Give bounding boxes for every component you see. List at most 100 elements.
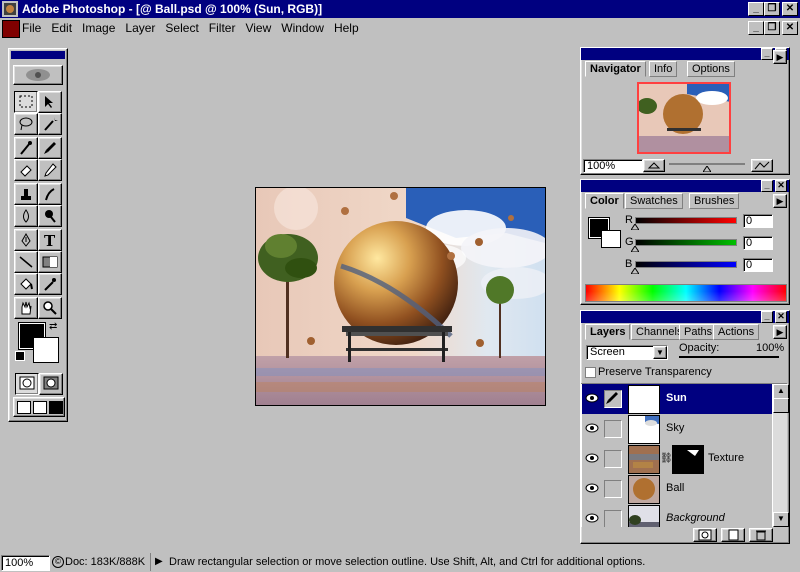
document-canvas[interactable]	[255, 187, 546, 406]
magic-wand-tool[interactable]	[38, 113, 62, 135]
eye-icon[interactable]	[584, 480, 600, 496]
color-minimize-button[interactable]: _	[761, 180, 773, 192]
tab-color[interactable]: Color	[585, 193, 624, 209]
layer-link-box[interactable]	[604, 510, 622, 527]
trash-icon[interactable]	[749, 528, 773, 542]
channel-slider-r[interactable]	[635, 217, 737, 224]
channel-value-g[interactable]: 0	[743, 236, 773, 250]
full-screen-menu-mode-icon[interactable]	[33, 401, 47, 414]
airbrush-tool[interactable]	[14, 137, 38, 159]
eye-icon[interactable]	[584, 390, 600, 406]
zoom-tool[interactable]	[38, 297, 62, 319]
lasso-tool[interactable]	[14, 113, 38, 135]
standard-mode-button[interactable]	[15, 373, 39, 395]
minimize-button[interactable]: _	[748, 2, 764, 16]
pencil-tool[interactable]	[38, 159, 62, 181]
dodge-tool[interactable]	[38, 205, 62, 227]
gradient-tool[interactable]	[38, 251, 62, 273]
scroll-up-icon[interactable]: ▲	[773, 384, 789, 399]
layer-link-box[interactable]	[604, 420, 622, 438]
layers-title-bar[interactable]: _ ✕	[581, 311, 789, 323]
move-tool[interactable]	[38, 91, 62, 113]
layer-row-background[interactable]: Background	[582, 504, 772, 527]
full-screen-mode-icon[interactable]	[49, 401, 63, 414]
channel-slider-thumb[interactable]	[631, 246, 639, 252]
menu-view[interactable]: View	[245, 21, 271, 35]
menu-layer[interactable]: Layer	[125, 21, 155, 35]
tab-info[interactable]: Info	[649, 61, 678, 77]
color-spectrum-bar[interactable]	[585, 284, 787, 302]
paintbrush-tool[interactable]	[38, 137, 62, 159]
zoom-in-icon[interactable]	[751, 159, 773, 172]
close-button[interactable]: ✕	[782, 2, 798, 16]
type-tool[interactable]: T	[38, 229, 62, 251]
opacity-value[interactable]: 100%	[756, 342, 784, 354]
tab-brushes[interactable]: Brushes	[689, 193, 740, 209]
preserve-transparency-checkbox[interactable]	[585, 367, 596, 378]
new-layer-icon[interactable]	[721, 528, 745, 542]
layer-row-sky[interactable]: Sky	[582, 414, 772, 445]
paint-bucket-tool[interactable]	[14, 273, 38, 295]
channel-slider-thumb[interactable]	[631, 268, 639, 274]
navigator-thumbnail[interactable]	[637, 82, 731, 154]
photoshop-app-icon[interactable]	[2, 1, 18, 17]
pen-tool[interactable]	[14, 229, 38, 251]
zoom-slider-thumb[interactable]	[702, 161, 712, 173]
layer-row-ball[interactable]: Ball	[582, 474, 772, 505]
eye-icon[interactable]	[584, 420, 600, 436]
smudge-tool[interactable]	[38, 183, 62, 205]
color-bg-swatch[interactable]	[601, 230, 621, 248]
menu-select[interactable]: Select	[165, 21, 198, 35]
channel-slider-b[interactable]	[635, 261, 737, 268]
layers-close-button[interactable]: ✕	[775, 311, 787, 323]
status-menu-arrow-icon[interactable]: ▶	[155, 556, 163, 567]
navigator-zoom-field[interactable]: 100%	[583, 159, 643, 173]
chevron-down-icon[interactable]: ▼	[653, 346, 667, 359]
scroll-thumb[interactable]	[773, 398, 789, 413]
doc-restore-button[interactable]: ❐	[764, 21, 780, 35]
eyedropper-tool[interactable]	[38, 273, 62, 295]
layers-minimize-button[interactable]: _	[761, 311, 773, 323]
standard-screen-mode-icon[interactable]	[17, 401, 31, 414]
background-color-swatch[interactable]	[33, 337, 59, 363]
channel-slider-thumb[interactable]	[631, 224, 639, 230]
menu-edit[interactable]: Edit	[51, 21, 72, 35]
doc-minimize-button[interactable]: _	[748, 21, 764, 35]
paintbrush-icon[interactable]	[604, 390, 622, 408]
layer-mask-thumbnail[interactable]	[672, 445, 704, 474]
navigator-menu-arrow-icon[interactable]: ▶	[773, 50, 787, 64]
maximize-button[interactable]: ❐	[764, 2, 780, 16]
menu-filter[interactable]: Filter	[209, 21, 236, 35]
navigator-title-bar[interactable]: _ ✕	[581, 48, 789, 60]
status-zoom-field[interactable]: 100%	[1, 555, 50, 571]
blend-mode-select[interactable]: Screen ▼	[586, 345, 668, 360]
zoom-out-icon[interactable]	[643, 159, 665, 172]
layer-link-box[interactable]	[604, 450, 622, 468]
layer-row-texture[interactable]: ⛓ Texture	[582, 444, 772, 475]
rubber-stamp-tool[interactable]	[14, 183, 38, 205]
toolbox-title-bar[interactable]	[11, 51, 65, 59]
doc-close-button[interactable]: ✕	[782, 21, 798, 35]
layers-menu-arrow-icon[interactable]: ▶	[773, 325, 787, 339]
layer-row-sun[interactable]: Sun	[582, 384, 772, 415]
scroll-down-icon[interactable]: ▼	[773, 512, 789, 527]
menu-file[interactable]: File	[22, 21, 41, 35]
menu-help[interactable]: Help	[334, 21, 359, 35]
line-tool[interactable]	[14, 251, 38, 273]
default-colors-icon[interactable]	[15, 351, 25, 361]
tab-swatches[interactable]: Swatches	[625, 193, 683, 209]
eye-icon[interactable]	[584, 510, 600, 526]
tab-navigator[interactable]: Navigator	[585, 61, 646, 77]
layers-scrollbar[interactable]: ▲ ▼	[773, 384, 789, 527]
blur-tool[interactable]	[14, 205, 38, 227]
menu-window[interactable]: Window	[281, 21, 324, 35]
doc-size-info[interactable]: Doc: 183K/888K	[65, 556, 145, 568]
eye-icon[interactable]	[584, 450, 600, 466]
swap-colors-icon[interactable]: ⇄	[49, 321, 57, 332]
marquee-tool[interactable]	[14, 91, 38, 113]
opacity-slider[interactable]	[679, 356, 779, 358]
tab-options[interactable]: Options	[687, 61, 735, 77]
tab-layers[interactable]: Layers	[585, 324, 631, 340]
layer-mask-button[interactable]	[693, 528, 717, 542]
eraser-tool[interactable]	[14, 159, 38, 181]
